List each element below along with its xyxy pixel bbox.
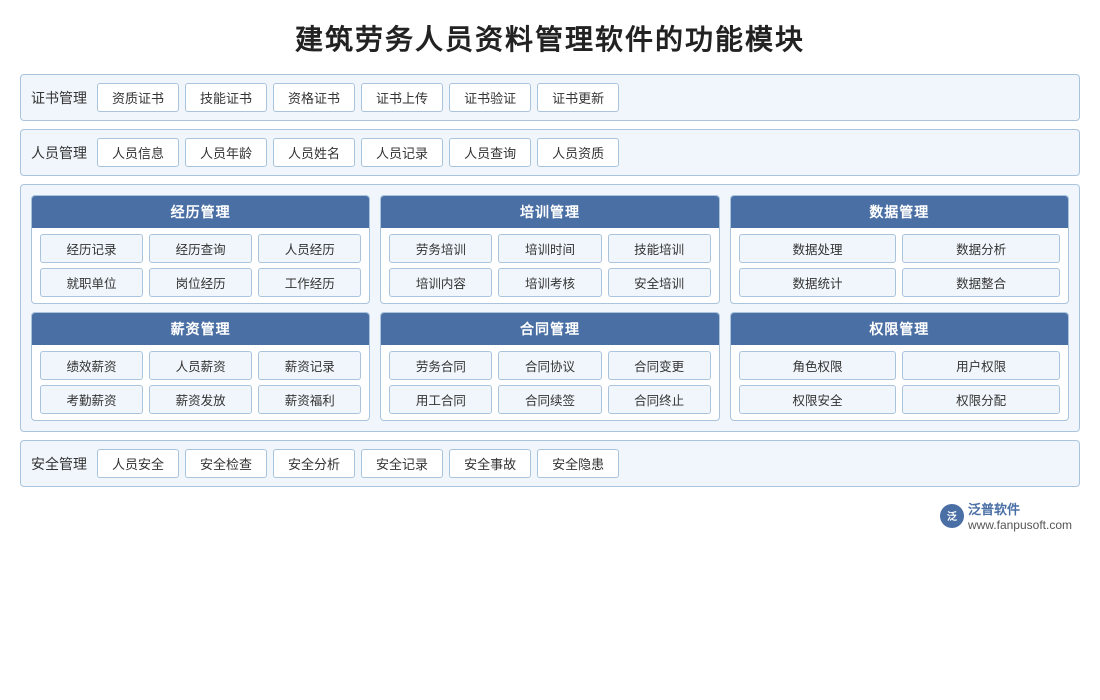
module-row-middle-bottom-0-1: 考勤薪资薪资发放薪资福利 [40, 385, 361, 414]
brand: 泛 泛普软件 www.fanpusoft.com [940, 499, 1072, 532]
module-tag[interactable]: 角色权限 [739, 351, 897, 380]
personnel-tag[interactable]: 人员记录 [361, 138, 443, 167]
personnel-tags: 人员信息人员年龄人员姓名人员记录人员查询人员资质 [97, 138, 1069, 167]
personnel-tag[interactable]: 人员姓名 [273, 138, 355, 167]
module-body-middle-bottom-2: 角色权限用户权限权限安全权限分配 [731, 345, 1068, 420]
module-tag[interactable]: 劳务培训 [389, 234, 492, 263]
module-tag[interactable]: 用工合同 [389, 385, 492, 414]
module-header-middle-bottom-2: 权限管理 [731, 313, 1068, 345]
module-tag[interactable]: 权限安全 [739, 385, 897, 414]
module-body-middle-top-2: 数据处理数据分析数据统计数据整合 [731, 228, 1068, 303]
brand-url: www.fanpusoft.com [968, 518, 1072, 532]
personnel-tag[interactable]: 人员信息 [97, 138, 179, 167]
module-row-middle-top-1-1: 培训内容培训考核安全培训 [389, 268, 710, 297]
cert-section: 证书管理 资质证书技能证书资格证书证书上传证书验证证书更新 [20, 74, 1080, 121]
module-tag[interactable]: 绩效薪资 [40, 351, 143, 380]
module-tag[interactable]: 数据统计 [739, 268, 897, 297]
module-tag[interactable]: 人员薪资 [149, 351, 252, 380]
cert-label: 证书管理 [31, 88, 87, 108]
module-header-middle-top-0: 经历管理 [32, 196, 369, 228]
safety-tag[interactable]: 安全隐患 [537, 449, 619, 478]
safety-label: 安全管理 [31, 454, 87, 474]
module-tag[interactable]: 经历记录 [40, 234, 143, 263]
module-row-middle-top-2-1: 数据统计数据整合 [739, 268, 1060, 297]
personnel-tag[interactable]: 人员年龄 [185, 138, 267, 167]
safety-tag[interactable]: 安全事故 [449, 449, 531, 478]
personnel-tag[interactable]: 人员查询 [449, 138, 531, 167]
module-tag[interactable]: 考勤薪资 [40, 385, 143, 414]
middle-top-row: 经历管理经历记录经历查询人员经历就职单位岗位经历工作经历培训管理劳务培训培训时间… [31, 195, 1069, 304]
module-header-middle-top-2: 数据管理 [731, 196, 1068, 228]
page-title: 建筑劳务人员资料管理软件的功能模块 [295, 18, 805, 58]
module-tag[interactable]: 培训时间 [498, 234, 601, 263]
module-tag[interactable]: 数据整合 [902, 268, 1060, 297]
module-tag[interactable]: 数据处理 [739, 234, 897, 263]
module-row-middle-bottom-1-0: 劳务合同合同协议合同变更 [389, 351, 710, 380]
cert-tag[interactable]: 证书上传 [361, 83, 443, 112]
module-row-middle-bottom-0-0: 绩效薪资人员薪资薪资记录 [40, 351, 361, 380]
cert-tag[interactable]: 证书更新 [537, 83, 619, 112]
module-tag[interactable]: 数据分析 [902, 234, 1060, 263]
module-row-middle-top-2-0: 数据处理数据分析 [739, 234, 1060, 263]
module-tag[interactable]: 安全培训 [608, 268, 711, 297]
module-tag[interactable]: 人员经历 [258, 234, 361, 263]
cert-tag[interactable]: 证书验证 [449, 83, 531, 112]
module-tag[interactable]: 培训内容 [389, 268, 492, 297]
footer: 泛 泛普软件 www.fanpusoft.com [20, 499, 1080, 532]
cert-tags: 资质证书技能证书资格证书证书上传证书验证证书更新 [97, 83, 1069, 112]
module-row-middle-bottom-2-1: 权限安全权限分配 [739, 385, 1060, 414]
module-tag[interactable]: 薪资发放 [149, 385, 252, 414]
module-tag[interactable]: 合同续签 [498, 385, 601, 414]
middle-bottom-row: 薪资管理绩效薪资人员薪资薪资记录考勤薪资薪资发放薪资福利合同管理劳务合同合同协议… [31, 312, 1069, 421]
module-row-middle-top-1-0: 劳务培训培训时间技能培训 [389, 234, 710, 263]
module-tag[interactable]: 工作经历 [258, 268, 361, 297]
cert-tag[interactable]: 技能证书 [185, 83, 267, 112]
safety-tags: 人员安全安全检查安全分析安全记录安全事故安全隐患 [97, 449, 1069, 478]
middle-area: 经历管理经历记录经历查询人员经历就职单位岗位经历工作经历培训管理劳务培训培训时间… [20, 184, 1080, 432]
cert-tag[interactable]: 资质证书 [97, 83, 179, 112]
module-row-middle-top-0-0: 经历记录经历查询人员经历 [40, 234, 361, 263]
personnel-tag[interactable]: 人员资质 [537, 138, 619, 167]
safety-tag[interactable]: 安全分析 [273, 449, 355, 478]
module-box-middle-top-2: 数据管理数据处理数据分析数据统计数据整合 [730, 195, 1069, 304]
personnel-section: 人员管理 人员信息人员年龄人员姓名人员记录人员查询人员资质 [20, 129, 1080, 176]
module-tag[interactable]: 权限分配 [902, 385, 1060, 414]
module-header-middle-bottom-1: 合同管理 [381, 313, 718, 345]
module-box-middle-bottom-1: 合同管理劳务合同合同协议合同变更用工合同合同续签合同终止 [380, 312, 719, 421]
module-header-middle-top-1: 培训管理 [381, 196, 718, 228]
module-box-middle-top-1: 培训管理劳务培训培训时间技能培训培训内容培训考核安全培训 [380, 195, 719, 304]
brand-name: 泛普软件 [968, 499, 1072, 518]
safety-tag[interactable]: 人员安全 [97, 449, 179, 478]
brand-logo: 泛 [940, 504, 964, 528]
module-row-middle-bottom-1-1: 用工合同合同续签合同终止 [389, 385, 710, 414]
module-header-middle-bottom-0: 薪资管理 [32, 313, 369, 345]
module-body-middle-bottom-1: 劳务合同合同协议合同变更用工合同合同续签合同终止 [381, 345, 718, 420]
module-box-middle-bottom-2: 权限管理角色权限用户权限权限安全权限分配 [730, 312, 1069, 421]
module-tag[interactable]: 经历查询 [149, 234, 252, 263]
module-tag[interactable]: 技能培训 [608, 234, 711, 263]
module-body-middle-top-1: 劳务培训培训时间技能培训培训内容培训考核安全培训 [381, 228, 718, 303]
module-tag[interactable]: 岗位经历 [149, 268, 252, 297]
module-tag[interactable]: 合同变更 [608, 351, 711, 380]
safety-section: 安全管理 人员安全安全检查安全分析安全记录安全事故安全隐患 [20, 440, 1080, 487]
safety-tag[interactable]: 安全检查 [185, 449, 267, 478]
module-tag[interactable]: 薪资福利 [258, 385, 361, 414]
module-tag[interactable]: 用户权限 [902, 351, 1060, 380]
module-tag[interactable]: 合同终止 [608, 385, 711, 414]
module-tag[interactable]: 就职单位 [40, 268, 143, 297]
module-box-middle-bottom-0: 薪资管理绩效薪资人员薪资薪资记录考勤薪资薪资发放薪资福利 [31, 312, 370, 421]
module-tag[interactable]: 劳务合同 [389, 351, 492, 380]
module-tag[interactable]: 培训考核 [498, 268, 601, 297]
module-tag[interactable]: 合同协议 [498, 351, 601, 380]
brand-info: 泛普软件 www.fanpusoft.com [968, 499, 1072, 532]
module-tag[interactable]: 薪资记录 [258, 351, 361, 380]
module-body-middle-bottom-0: 绩效薪资人员薪资薪资记录考勤薪资薪资发放薪资福利 [32, 345, 369, 420]
module-body-middle-top-0: 经历记录经历查询人员经历就职单位岗位经历工作经历 [32, 228, 369, 303]
personnel-label: 人员管理 [31, 143, 87, 163]
module-row-middle-bottom-2-0: 角色权限用户权限 [739, 351, 1060, 380]
module-box-middle-top-0: 经历管理经历记录经历查询人员经历就职单位岗位经历工作经历 [31, 195, 370, 304]
cert-tag[interactable]: 资格证书 [273, 83, 355, 112]
safety-tag[interactable]: 安全记录 [361, 449, 443, 478]
module-row-middle-top-0-1: 就职单位岗位经历工作经历 [40, 268, 361, 297]
